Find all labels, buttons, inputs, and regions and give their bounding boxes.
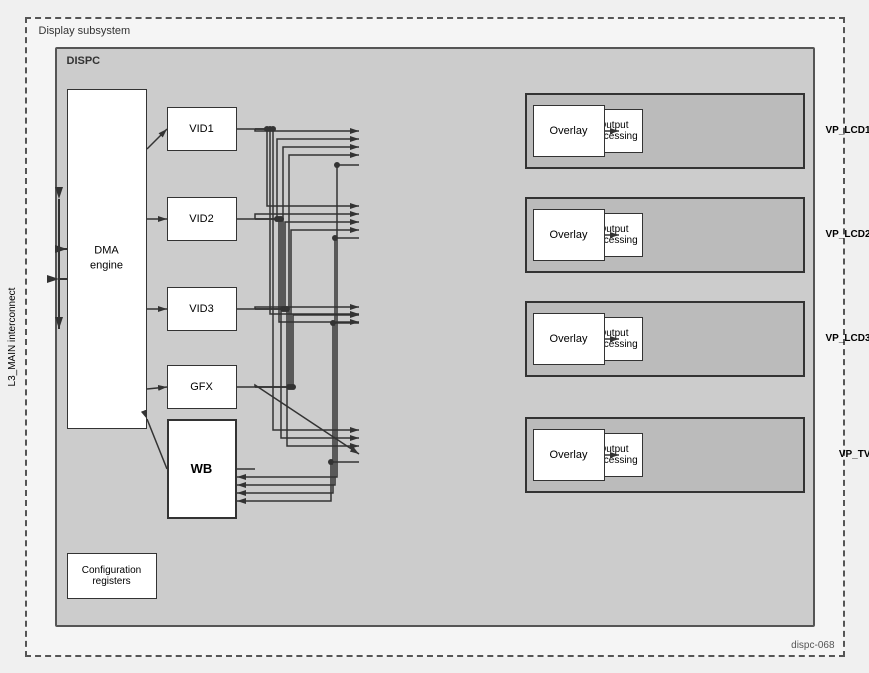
pipeline-lcd3: Overlay LCD3 Outputprocessing VP_LCD3 — [525, 301, 805, 377]
outer-container: Display subsystem DISPC L3_MAIN intercon… — [25, 17, 845, 657]
pipeline-tv: Overlay TV Outputprocessing VP_TV — [525, 417, 805, 493]
overlay-lcd3: Overlay — [533, 313, 605, 365]
overlay-lcd1-label: Overlay — [550, 125, 588, 137]
dma-engine-label: DMA engine — [90, 243, 123, 274]
overlay-tv-label: Overlay — [550, 449, 588, 461]
l3-interconnect-label: L3_MAIN interconnect — [6, 287, 17, 386]
gfx-label: GFX — [190, 381, 213, 393]
config-registers-block: Configurationregisters — [67, 553, 157, 599]
config-registers-label: Configurationregisters — [82, 565, 141, 587]
overlay-lcd2-label: Overlay — [550, 229, 588, 241]
dispc-label: DISPC — [67, 55, 101, 67]
display-subsystem-label: Display subsystem — [39, 25, 131, 37]
diagram-id-label: dispc-068 — [791, 640, 834, 651]
wb-block: WB — [167, 419, 237, 519]
vp-tv-label: VP_TV — [839, 449, 869, 460]
pipeline-lcd1: Overlay LCD1 Outputprocessing VP_LCD1 — [525, 93, 805, 169]
vp-lcd1-label: VP_LCD1 — [825, 125, 869, 136]
overlay-lcd3-label: Overlay — [550, 333, 588, 345]
gfx-block: GFX — [167, 365, 237, 409]
vid1-label: VID1 — [189, 123, 213, 135]
pipeline-lcd2: Overlay LCD2 Outputprocessing VP_LCD2 — [525, 197, 805, 273]
overlay-lcd1: Overlay — [533, 105, 605, 157]
vid3-label: VID3 — [189, 303, 213, 315]
vid3-block: VID3 — [167, 287, 237, 331]
vid2-block: VID2 — [167, 197, 237, 241]
vp-lcd3-label: VP_LCD3 — [825, 333, 869, 344]
dma-engine-block: DMA engine — [67, 89, 147, 429]
overlay-tv: Overlay — [533, 429, 605, 481]
vid2-label: VID2 — [189, 213, 213, 225]
dispc-container: DISPC L3_MAIN interconnect DMA engine VI… — [55, 47, 815, 627]
vid1-block: VID1 — [167, 107, 237, 151]
vp-lcd2-label: VP_LCD2 — [825, 229, 869, 240]
wb-label: WB — [191, 461, 213, 476]
overlay-lcd2: Overlay — [533, 209, 605, 261]
